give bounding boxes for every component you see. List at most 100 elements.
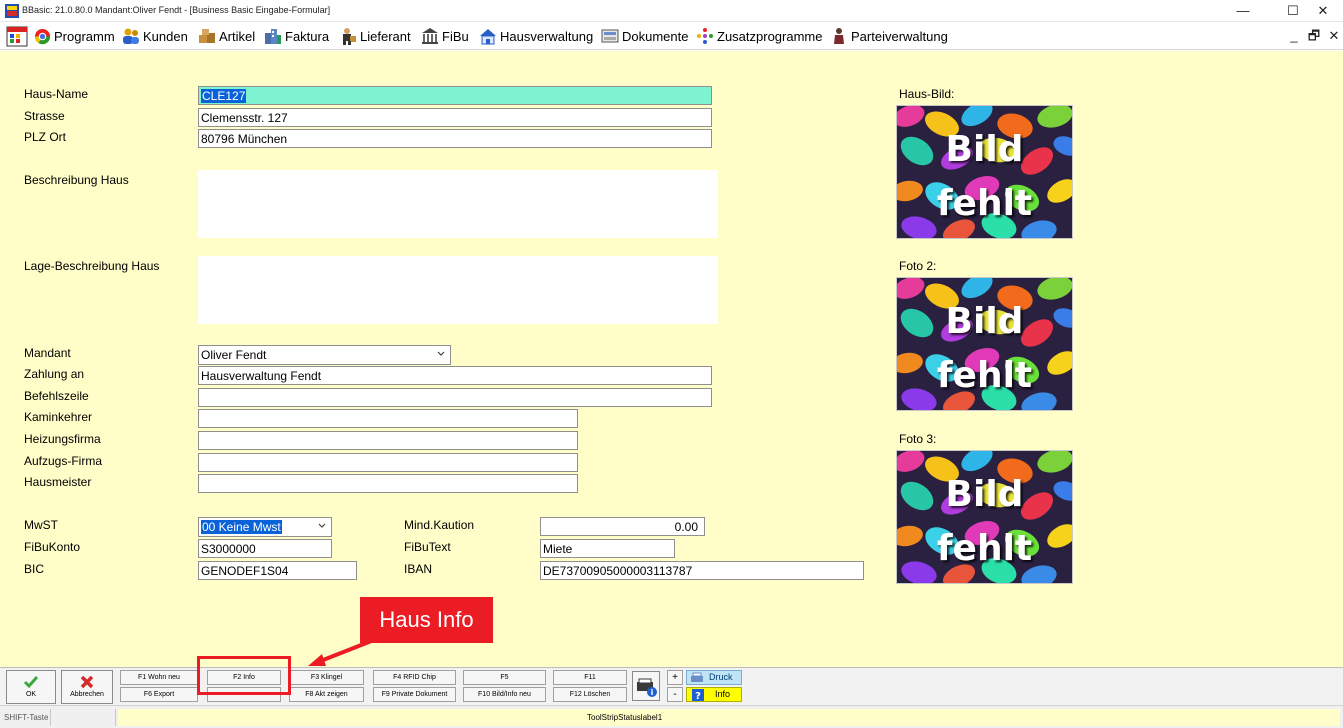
chevron-down-icon: [318, 523, 326, 528]
fibutext-input[interactable]: Miete: [540, 539, 675, 558]
boxes-icon: [198, 27, 216, 45]
foto3-label: Foto 3:: [899, 432, 937, 446]
strasse-input[interactable]: Clemensstr. 127: [198, 108, 712, 127]
aufzugsfirma-input[interactable]: [198, 453, 578, 472]
f8-akt-zeigen-button[interactable]: F8 Akt zeigen: [289, 687, 364, 702]
iban-input[interactable]: DE73700905000003113787: [540, 561, 864, 580]
foto2-image[interactable]: Bild fehlt: [896, 277, 1073, 411]
menu-hausverwaltung-label: Hausverwaltung: [500, 28, 594, 44]
plz-ort-input[interactable]: 80796 München: [198, 129, 712, 148]
delivery-person-icon: [339, 27, 357, 45]
fibukonto-input[interactable]: S3000000: [198, 539, 332, 558]
menu-parteiverwaltung[interactable]: Parteiverwaltung: [830, 25, 948, 47]
haus-name-label: Haus-Name: [24, 87, 89, 101]
f6-export-button[interactable]: F6 Export: [120, 687, 198, 702]
mdi-close-button[interactable]: ✕: [1325, 27, 1343, 45]
f11-button[interactable]: F11: [553, 670, 627, 685]
mandant-label: Mandant: [24, 346, 71, 360]
shift-key-status: SHIFT-Taste: [4, 713, 49, 722]
status-panel: [50, 709, 116, 726]
mdi-minimize-button[interactable]: _: [1285, 27, 1303, 45]
help-question-icon: ?: [692, 689, 704, 701]
ok-button[interactable]: OK: [6, 670, 56, 704]
menu-lieferant[interactable]: Lieferant: [339, 25, 411, 47]
mandant-select[interactable]: Oliver Fendt: [198, 345, 451, 365]
fibutext-label: FiBuText: [404, 540, 451, 554]
title-bar: BBasic: 21.0.80.0 Mandant:Oliver Fendt -…: [0, 0, 1343, 22]
users-icon: [122, 27, 140, 45]
f4-rfid-chip-button[interactable]: F4 RFID Chip: [373, 670, 456, 685]
menu-hausverwaltung[interactable]: Hausverwaltung: [479, 25, 593, 47]
mwst-value: 00 Keine Mwst: [201, 520, 282, 534]
window-title: BBasic: 21.0.80.0 Mandant:Oliver Fendt -…: [22, 5, 331, 15]
foto3-text-2: fehlt: [936, 528, 1033, 569]
menu-programm[interactable]: Programm: [33, 25, 115, 47]
status-message-panel: [118, 709, 1340, 726]
person-icon: [830, 27, 848, 45]
haus-bild-text-2: fehlt: [936, 183, 1033, 224]
minimize-button[interactable]: —: [1223, 0, 1263, 22]
foto3-image[interactable]: Bild fehlt: [896, 450, 1073, 584]
f5-button[interactable]: F5: [463, 670, 546, 685]
bic-label: BIC: [24, 562, 45, 576]
buildings-icon: [264, 27, 282, 45]
menu-dokumente-label: Dokumente: [622, 28, 689, 44]
hausmeister-input[interactable]: [198, 474, 578, 493]
heizungsfirma-input[interactable]: [198, 431, 578, 450]
mdi-restore-button[interactable]: 🗗: [1305, 27, 1323, 45]
info-button-label: Info: [715, 689, 731, 699]
f9-private-dokument-button[interactable]: F9 Private Dokument: [373, 687, 456, 702]
lage-label: Lage-Beschreibung Haus: [24, 259, 160, 273]
close-button[interactable]: ✕: [1303, 0, 1343, 22]
haus-name-value: CLE127: [201, 89, 247, 103]
beschreibung-textarea[interactable]: [198, 170, 718, 238]
menu-faktura[interactable]: Faktura: [264, 25, 329, 47]
f2-highlight-box: [197, 656, 291, 695]
f1-wohn-neu-button[interactable]: F1 Wohn neu: [120, 670, 198, 685]
form-area: Haus-Name CLE127 Strasse Clemensstr. 127…: [0, 51, 1343, 667]
menu-kunden[interactable]: Kunden: [122, 25, 188, 47]
cancel-x-icon: [80, 675, 94, 689]
kaution-input[interactable]: 0.00: [540, 517, 705, 536]
hausmeister-label: Hausmeister: [24, 475, 92, 489]
calendar-app-icon[interactable]: [6, 25, 28, 47]
zahlung-an-input[interactable]: Hausverwaltung Fendt: [198, 366, 712, 385]
menu-bar: Programm Kunden Artikel Faktura Lieferan…: [0, 22, 1343, 50]
chrome-ball-icon: [33, 27, 51, 45]
bic-input[interactable]: GENODEF1S04: [198, 561, 357, 580]
svg-text:i: i: [651, 688, 654, 697]
zahlung-an-label: Zahlung an: [24, 367, 85, 381]
abbrechen-button[interactable]: Abbrechen: [61, 670, 113, 704]
befehlszeile-label: Befehlszeile: [24, 389, 89, 403]
kaminkehrer-input[interactable]: [198, 409, 578, 428]
mandant-value: Oliver Fendt: [201, 348, 267, 362]
strasse-label: Strasse: [24, 109, 65, 123]
bank-icon: [421, 27, 439, 45]
document-tray-icon: [601, 27, 619, 45]
iban-label: IBAN: [404, 562, 433, 576]
menu-fibu[interactable]: FiBu: [421, 25, 469, 47]
menu-artikel-label: Artikel: [219, 28, 256, 44]
minus-button[interactable]: -: [667, 687, 683, 702]
lage-textarea[interactable]: [198, 256, 718, 324]
menu-programm-label: Programm: [54, 28, 115, 44]
mwst-select[interactable]: 00 Keine Mwst: [198, 517, 332, 537]
sparkle-icon: [696, 27, 714, 45]
befehlszeile-input[interactable]: [198, 388, 712, 407]
menu-artikel[interactable]: Artikel: [198, 25, 255, 47]
haus-name-input[interactable]: CLE127: [198, 86, 712, 105]
f3-klingel-button[interactable]: F3 Klingel: [289, 670, 364, 685]
menu-zusatzprogramme[interactable]: Zusatzprogramme: [696, 25, 822, 47]
info-button[interactable]: ? Info: [686, 687, 742, 702]
help-button[interactable]: i: [632, 671, 660, 701]
plus-button[interactable]: +: [667, 670, 683, 685]
callout-arrow-icon: [308, 638, 375, 666]
f12-loeschen-button[interactable]: F12 Löschen: [553, 687, 627, 702]
f10-bild-info-neu-button[interactable]: F10 Bild/Info neu: [463, 687, 546, 702]
menu-fibu-label: FiBu: [442, 28, 469, 44]
menu-dokumente[interactable]: Dokumente: [601, 25, 688, 47]
druck-button[interactable]: Druck: [686, 670, 742, 685]
checkmark-icon: [23, 676, 39, 689]
haus-bild-image[interactable]: Bild fehlt: [896, 105, 1073, 239]
app-icon: [5, 4, 19, 18]
